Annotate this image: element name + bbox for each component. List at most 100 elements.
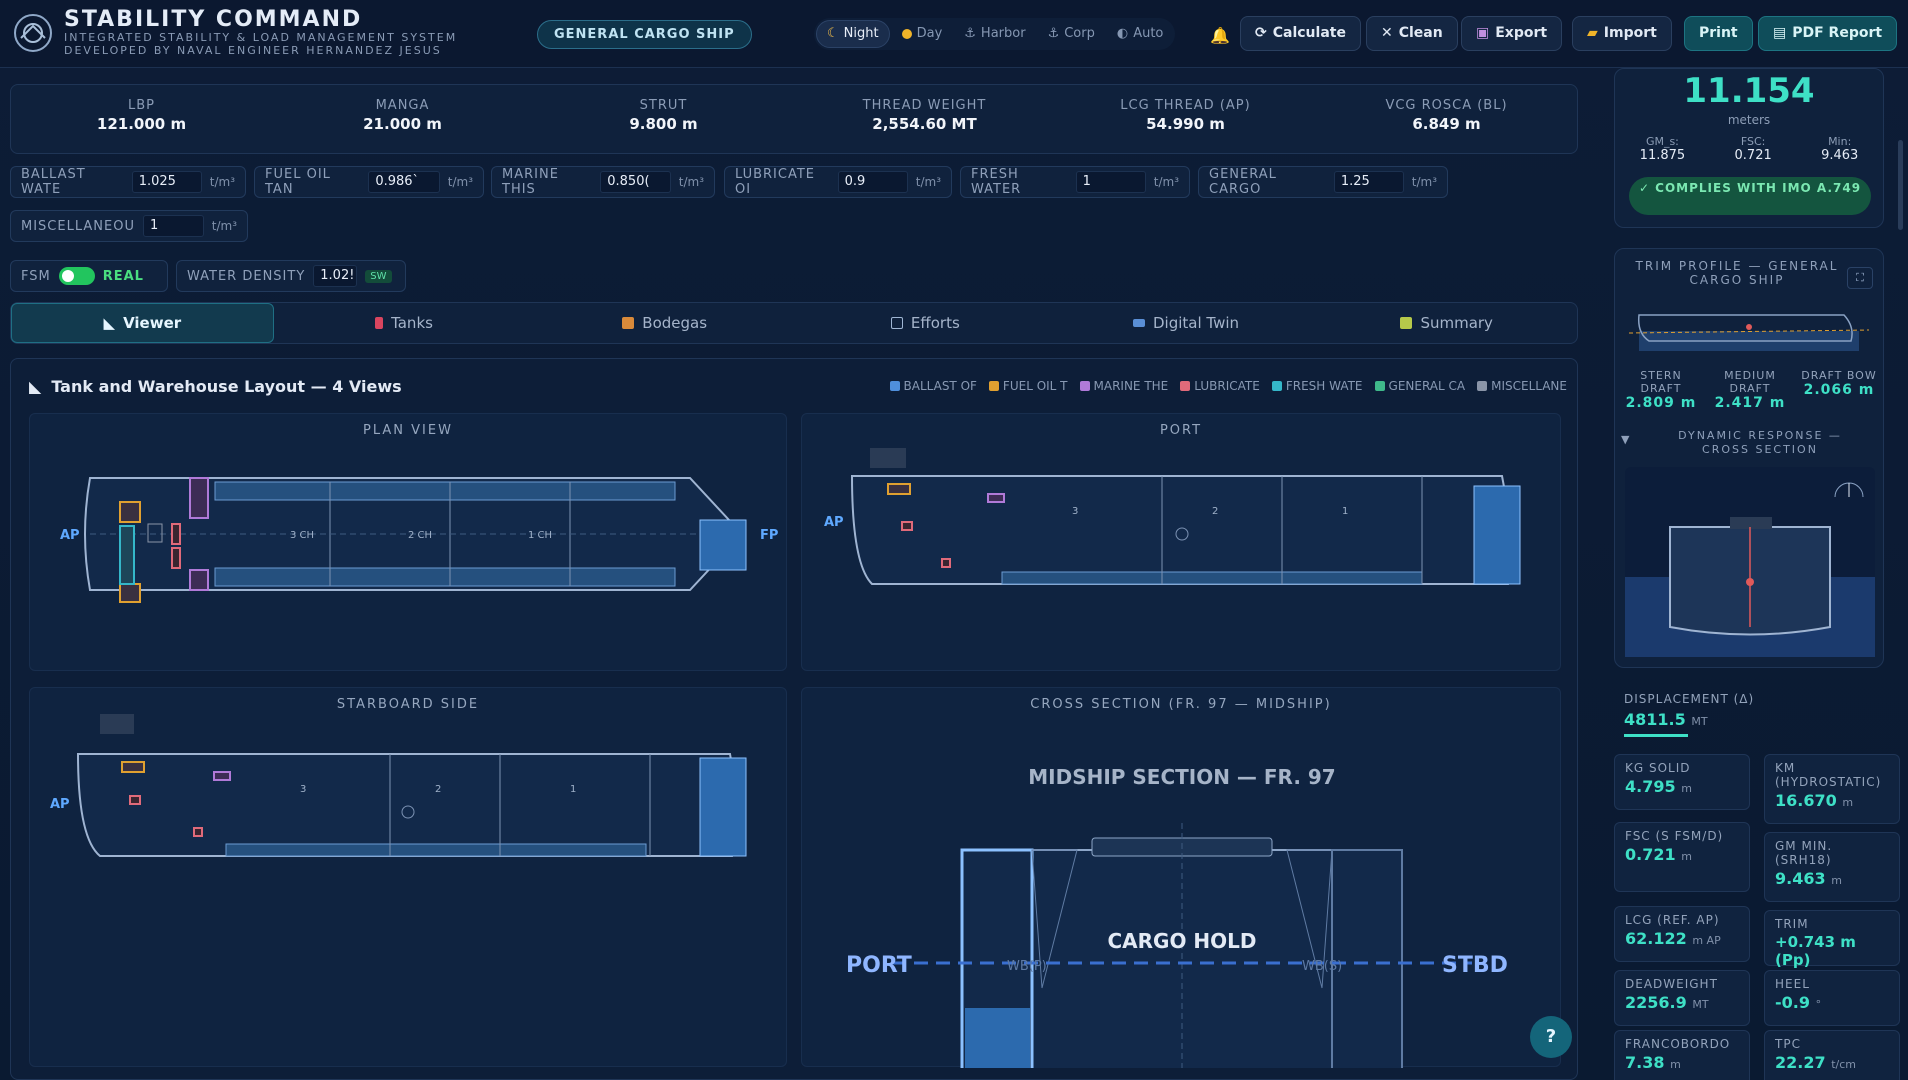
tab-bodegas[interactable]: Bodegas	[534, 303, 795, 343]
pdf-report-button[interactable]: ▤ PDF Report	[1758, 16, 1898, 51]
metric-unit: m	[1831, 874, 1842, 887]
mode-corp[interactable]: ⚓ Corp	[1038, 20, 1105, 48]
gm-card: 11.154 meters GM_s: 11.875 FSC: 0.721 Min:…	[1614, 68, 1884, 228]
metric-unit: m	[1681, 850, 1692, 863]
bell-icon[interactable]: 🔔	[1206, 22, 1234, 50]
density-fuel-oil: FUEL OIL TAN 0.986` t/m³	[254, 166, 484, 198]
density-general-cargo: GENERAL CARGO 1.25 t/m³	[1198, 166, 1448, 198]
tank-layout-panel: ◣ Tank and Warehouse Layout — 4 Views BAL…	[10, 358, 1578, 1080]
water-density-input[interactable]: 1.02!	[313, 265, 358, 287]
lube-tank	[171, 547, 181, 569]
wb-port-label: WB(P)	[1007, 959, 1047, 974]
density-input[interactable]: 0.986`	[368, 171, 440, 193]
box-icon	[622, 317, 635, 329]
metric-gm-min: GM MIN. (SRH18) 9.463 m	[1764, 832, 1900, 902]
sidebar-scrollbar[interactable]	[1898, 140, 1903, 230]
density-fresh-water: FRESH WATER 1 t/m³	[960, 166, 1190, 198]
import-button[interactable]: ▰ Import	[1572, 16, 1672, 51]
metric-value: 0.721	[1625, 845, 1676, 864]
calculate-button[interactable]: ⟳ Calculate	[1240, 16, 1361, 51]
density-lubricate: LUBRICATE OI 0.9 t/m³	[724, 166, 952, 198]
subtitle-line-1: INTEGRATED STABILITY & LOAD MANAGEMENT S…	[64, 31, 458, 44]
metric-deadweight: DEADWEIGHT 2256.9 MT	[1614, 970, 1750, 1026]
tab-digital-twin[interactable]: Digital Twin	[1056, 303, 1317, 343]
density-input[interactable]: 1.25	[1333, 171, 1404, 193]
moon-icon: ☾	[827, 26, 839, 41]
tab-label: Viewer	[123, 314, 182, 332]
fsc-value: 0.721	[1734, 148, 1772, 163]
port-side-view: PORT AP 3 2 1	[801, 413, 1561, 671]
density-label: FUEL OIL TAN	[265, 167, 331, 197]
print-button[interactable]: Print	[1684, 16, 1753, 51]
clean-label: Clean	[1398, 25, 1443, 41]
print-label: Print	[1699, 25, 1738, 41]
metric-value: -0.9	[1775, 993, 1810, 1012]
metric-unit: t/cm	[1831, 1058, 1856, 1071]
marine-tank	[213, 771, 231, 781]
expand-icon[interactable]: ⛶	[1847, 267, 1873, 289]
metric-heel: HEEL -0.9 °	[1764, 970, 1900, 1026]
density-input[interactable]: 1	[142, 215, 204, 237]
right-sidebar: 11.154 meters GM_s: 11.875 FSC: 0.721 Min:…	[1612, 68, 1900, 1080]
imo-compliance-badge: ✓ COMPLIES WITH IMO A.749	[1629, 177, 1871, 215]
fsm-toggle-group: FSM REAL	[10, 260, 168, 292]
medium-draft-label: MEDIUM DRAFT	[1724, 369, 1776, 395]
tab-label: Digital Twin	[1153, 314, 1240, 332]
density-label: FRESH WATER	[971, 167, 1022, 197]
export-button[interactable]: ▣ Export	[1461, 16, 1563, 51]
density-input[interactable]: 0.9	[837, 171, 908, 193]
fsm-toggle[interactable]	[58, 267, 95, 285]
spec-label: VCG ROSCA (BL)	[1385, 98, 1508, 113]
hold-label: 3 CH	[290, 530, 314, 541]
tab-viewer[interactable]: ◣ Viewer	[11, 303, 274, 343]
help-button[interactable]: ?	[1530, 1016, 1572, 1058]
tab-label: Efforts	[910, 314, 960, 332]
spec-label: LCG THREAD (AP)	[1120, 98, 1251, 113]
fresh-water-tank	[119, 525, 135, 585]
displacement-label: DISPLACEMENT (Δ)	[1624, 692, 1755, 706]
density-input[interactable]: 1.025	[131, 171, 202, 193]
hold-label: 1 CH	[528, 530, 552, 541]
ruler-icon: ◣	[29, 377, 42, 396]
spec-value: 54.990 m	[1146, 115, 1225, 133]
close-icon: ✕	[1381, 25, 1393, 41]
tab-tanks[interactable]: Tanks	[274, 303, 535, 343]
mode-night[interactable]: ☾ Night	[816, 20, 890, 48]
metric-value: 22.27	[1775, 1053, 1826, 1072]
tab-summary[interactable]: Summary	[1316, 303, 1577, 343]
dynamic-response-drawing	[1625, 467, 1875, 657]
sun-icon	[901, 29, 912, 39]
density-input[interactable]: 0.850(	[600, 171, 671, 193]
forepeak-tank	[1473, 485, 1521, 585]
marine-tank	[189, 569, 209, 591]
metric-kg-solid: KG SOLID 4.795 m	[1614, 754, 1750, 810]
density-misc: MISCELLANEOU 1 t/m³	[10, 210, 248, 242]
clean-button[interactable]: ✕ Clean	[1366, 16, 1458, 51]
tab-efforts[interactable]: Efforts	[795, 303, 1056, 343]
gm-breakdown: GM_s: 11.875 FSC: 0.721 Min: 9.463	[1615, 135, 1883, 163]
mode-auto[interactable]: ◐ Auto	[1107, 20, 1174, 48]
metric-label: FSC (S FSM/D)	[1625, 829, 1724, 843]
mode-day[interactable]: Day	[892, 20, 953, 48]
plan-view: PLAN VIEW AP FP 3 CH 2 CH 1 CH	[29, 413, 787, 671]
density-input[interactable]: 1	[1075, 171, 1146, 193]
fuel-tank	[887, 483, 911, 495]
hold-label: 1	[570, 784, 576, 795]
fsc-label: FSC:	[1740, 135, 1766, 148]
starboard-hull	[76, 753, 737, 857]
metric-label: GM MIN. (SRH18)	[1775, 839, 1833, 867]
metric-unit: m	[1681, 782, 1692, 795]
starboard-side-view: STARBOARD SIDE AP 3 2 1	[29, 687, 787, 1067]
ship-type-badge[interactable]: GENERAL CARGO SHIP	[537, 20, 752, 49]
hold-label: 2 CH	[408, 530, 432, 541]
tank-icon	[375, 317, 384, 329]
mode-harbor[interactable]: ⚓ Harbor	[954, 20, 1035, 48]
gms-value: 11.875	[1639, 148, 1686, 163]
bow-draft-value: 2.066 m	[1803, 382, 1875, 398]
view-tabs: ◣ Viewer Tanks Bodegas Efforts Digital Tw…	[10, 302, 1578, 344]
metric-km: KM (HYDROSTATIC) 16.670 m	[1764, 754, 1900, 824]
collapse-toggle-icon[interactable]: ▼	[1621, 433, 1635, 446]
metric-label: KG SOLID	[1625, 761, 1691, 775]
spec-thread-weight: THREAD WEIGHT 2,554.60 MT	[794, 85, 1055, 153]
legend-item: FRESH WATE	[1271, 379, 1363, 393]
